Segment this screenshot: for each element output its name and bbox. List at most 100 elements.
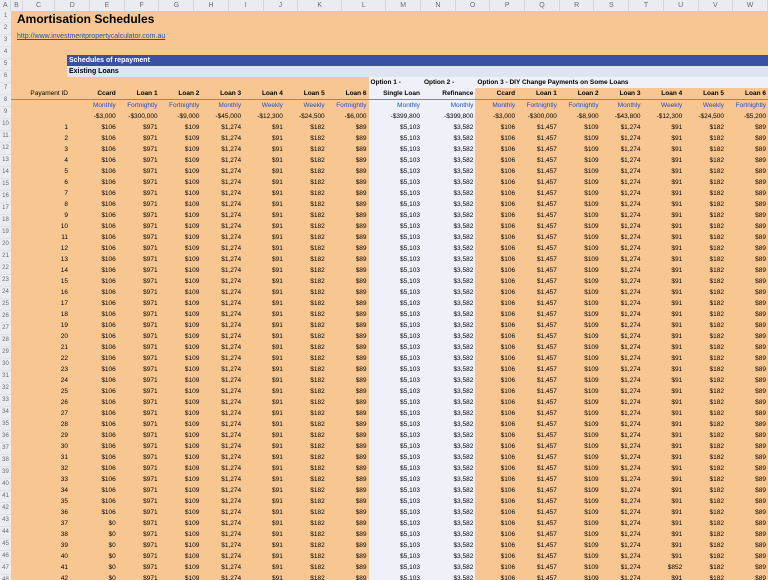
row-header-cell[interactable]: 45 bbox=[0, 539, 11, 551]
value-cell[interactable]: $182 bbox=[684, 144, 726, 155]
value-cell[interactable]: $971 bbox=[118, 430, 160, 441]
option1-sub[interactable]: Single Loan bbox=[369, 88, 422, 100]
value-cell[interactable]: $971 bbox=[118, 243, 160, 254]
value-cell[interactable]: $106 bbox=[76, 210, 118, 221]
value-cell[interactable]: $971 bbox=[118, 540, 160, 551]
value-cell[interactable]: $89 bbox=[726, 210, 768, 221]
value-cell[interactable]: $1,457 bbox=[517, 210, 559, 221]
value-cell[interactable]: $109 bbox=[160, 529, 202, 540]
value-cell[interactable]: $852 bbox=[642, 562, 684, 573]
value-cell[interactable]: $182 bbox=[684, 166, 726, 177]
value-cell[interactable]: $1,274 bbox=[601, 463, 643, 474]
payment-id[interactable]: 24 bbox=[11, 375, 76, 386]
value-cell[interactable]: $91 bbox=[642, 430, 684, 441]
value-cell[interactable]: $1,457 bbox=[517, 342, 559, 353]
value-cell[interactable]: $1,274 bbox=[201, 463, 243, 474]
row-header-cell[interactable]: 20 bbox=[0, 239, 11, 251]
value-cell[interactable]: $109 bbox=[160, 243, 202, 254]
value-cell[interactable]: $971 bbox=[118, 562, 160, 573]
value-cell[interactable]: $971 bbox=[118, 408, 160, 419]
value-cell[interactable]: $109 bbox=[160, 155, 202, 166]
value-cell[interactable]: $109 bbox=[559, 276, 601, 287]
value-cell[interactable]: $109 bbox=[559, 463, 601, 474]
init-cell[interactable]: -$24,500 bbox=[285, 111, 327, 122]
period-cell[interactable]: Fortnightly bbox=[559, 100, 601, 112]
col-header-cell[interactable]: P bbox=[490, 0, 525, 11]
value-cell[interactable]: $89 bbox=[327, 276, 369, 287]
value-cell[interactable]: $106 bbox=[76, 155, 118, 166]
value-cell[interactable]: $89 bbox=[726, 133, 768, 144]
value-cell[interactable]: $1,457 bbox=[517, 276, 559, 287]
payment-id[interactable]: 26 bbox=[11, 397, 76, 408]
init-cell[interactable]: -$8,900 bbox=[559, 111, 601, 122]
value-cell[interactable]: $89 bbox=[327, 320, 369, 331]
value-cell[interactable]: $182 bbox=[684, 221, 726, 232]
value-cell[interactable]: $89 bbox=[327, 309, 369, 320]
value-cell[interactable]: $5,103 bbox=[369, 188, 422, 199]
payment-id[interactable]: 27 bbox=[11, 408, 76, 419]
value-cell[interactable]: $106 bbox=[475, 320, 517, 331]
value-cell[interactable]: $109 bbox=[559, 474, 601, 485]
value-cell[interactable]: $106 bbox=[475, 518, 517, 529]
value-cell[interactable]: $1,274 bbox=[201, 573, 243, 580]
value-cell[interactable]: $106 bbox=[475, 166, 517, 177]
init-cell[interactable]: -$399,800 bbox=[369, 111, 422, 122]
value-cell[interactable]: $91 bbox=[642, 463, 684, 474]
value-cell[interactable]: $89 bbox=[726, 320, 768, 331]
value-cell[interactable]: $89 bbox=[726, 540, 768, 551]
value-cell[interactable]: $89 bbox=[327, 551, 369, 562]
value-cell[interactable]: $0 bbox=[76, 551, 118, 562]
value-cell[interactable]: $89 bbox=[726, 452, 768, 463]
value-cell[interactable]: $3,582 bbox=[422, 188, 475, 199]
value-cell[interactable]: $5,103 bbox=[369, 463, 422, 474]
value-cell[interactable]: $1,274 bbox=[601, 430, 643, 441]
value-cell[interactable]: $182 bbox=[285, 573, 327, 580]
value-cell[interactable]: $5,103 bbox=[369, 540, 422, 551]
value-cell[interactable]: $109 bbox=[559, 144, 601, 155]
value-cell[interactable]: $1,274 bbox=[201, 309, 243, 320]
value-cell[interactable]: $182 bbox=[684, 474, 726, 485]
value-cell[interactable]: $182 bbox=[285, 430, 327, 441]
value-cell[interactable]: $5,103 bbox=[369, 430, 422, 441]
value-cell[interactable]: $106 bbox=[475, 298, 517, 309]
value-cell[interactable]: $1,274 bbox=[601, 419, 643, 430]
value-cell[interactable]: $109 bbox=[559, 188, 601, 199]
init-cell[interactable]: -$399,800 bbox=[422, 111, 475, 122]
value-cell[interactable]: $91 bbox=[642, 452, 684, 463]
value-cell[interactable]: $109 bbox=[559, 342, 601, 353]
value-cell[interactable]: $182 bbox=[684, 441, 726, 452]
value-cell[interactable]: $106 bbox=[76, 386, 118, 397]
value-cell[interactable]: $91 bbox=[243, 177, 285, 188]
col-header-cell[interactable]: W bbox=[733, 0, 768, 11]
value-cell[interactable]: $182 bbox=[684, 529, 726, 540]
row-header-cell[interactable]: 24 bbox=[0, 287, 11, 299]
col-name[interactable]: Loan 1 bbox=[118, 88, 160, 100]
value-cell[interactable]: $3,582 bbox=[422, 430, 475, 441]
value-cell[interactable]: $91 bbox=[642, 276, 684, 287]
value-cell[interactable]: $91 bbox=[243, 166, 285, 177]
value-cell[interactable]: $3,582 bbox=[422, 496, 475, 507]
value-cell[interactable]: $182 bbox=[684, 155, 726, 166]
value-cell[interactable]: $971 bbox=[118, 353, 160, 364]
value-cell[interactable]: $109 bbox=[160, 287, 202, 298]
value-cell[interactable]: $971 bbox=[118, 452, 160, 463]
value-cell[interactable]: $109 bbox=[559, 331, 601, 342]
value-cell[interactable]: $89 bbox=[327, 265, 369, 276]
row-header-cell[interactable]: 44 bbox=[0, 527, 11, 539]
value-cell[interactable]: $91 bbox=[642, 397, 684, 408]
value-cell[interactable]: $89 bbox=[327, 518, 369, 529]
value-cell[interactable]: $89 bbox=[327, 210, 369, 221]
value-cell[interactable]: $1,274 bbox=[201, 221, 243, 232]
value-cell[interactable]: $106 bbox=[475, 441, 517, 452]
row-header-cell[interactable]: 3 bbox=[0, 35, 11, 47]
value-cell[interactable]: $5,103 bbox=[369, 309, 422, 320]
value-cell[interactable]: $1,274 bbox=[601, 518, 643, 529]
value-cell[interactable]: $109 bbox=[559, 562, 601, 573]
value-cell[interactable]: $1,274 bbox=[201, 507, 243, 518]
value-cell[interactable]: $3,582 bbox=[422, 254, 475, 265]
col-name[interactable]: Ccard bbox=[475, 88, 517, 100]
value-cell[interactable]: $106 bbox=[76, 287, 118, 298]
value-cell[interactable]: $1,457 bbox=[517, 320, 559, 331]
payment-id[interactable]: 32 bbox=[11, 463, 76, 474]
value-cell[interactable]: $91 bbox=[243, 452, 285, 463]
